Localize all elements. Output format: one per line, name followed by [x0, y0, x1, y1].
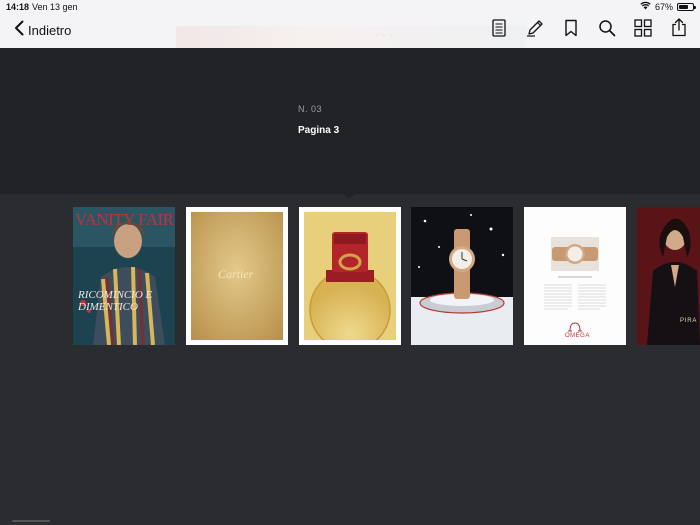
- battery-percent: 67%: [654, 1, 673, 12]
- chevron-left-icon: [14, 20, 24, 41]
- cover-headline: RICOMINCIO E DIMENTICO: [78, 289, 153, 313]
- battery-icon: [677, 2, 696, 11]
- status-date: Ven 13 gen: [32, 2, 78, 12]
- thumbnail-page-3[interactable]: [299, 207, 401, 345]
- page-info-panel: N. 03 Pagina 3: [0, 48, 700, 194]
- thumbnail-page-6[interactable]: PIRA: [637, 207, 700, 345]
- back-label: Indietro: [28, 23, 72, 38]
- omega-logo: OMEGA: [565, 333, 590, 339]
- page-label: Pagina 3: [298, 125, 340, 136]
- status-right: 67%: [640, 1, 696, 12]
- share-button[interactable]: [668, 18, 690, 42]
- search-icon: [598, 19, 616, 42]
- contents-icon: [491, 18, 507, 42]
- thumbnail-page-4[interactable]: [411, 207, 513, 345]
- cover-masthead: VANITY FAIR: [75, 210, 174, 229]
- wifi-icon: [640, 1, 651, 12]
- cartier-logo: Cartier: [218, 267, 254, 281]
- bookmark-icon: [564, 19, 578, 42]
- pencil-icon: [526, 19, 544, 42]
- thumbnail-page-2[interactable]: Cartier: [186, 207, 288, 345]
- thumbnail-page-1[interactable]: VANITY FAIR RICOMINCIO E DIMENTICO: [73, 207, 175, 345]
- issue-number: N. 03: [298, 104, 323, 114]
- annotate-button[interactable]: [524, 19, 546, 41]
- page-peek: · · ·: [176, 26, 526, 48]
- toolbar: [488, 18, 690, 42]
- panel-pointer: [343, 194, 355, 199]
- share-icon: [671, 18, 687, 42]
- bookmark-button[interactable]: [560, 19, 582, 41]
- thumbnail-page-5[interactable]: OMEGA: [524, 207, 626, 345]
- status-bar: 14:18 Ven 13 gen 67%: [0, 0, 700, 14]
- thumbnails-button[interactable]: [632, 18, 654, 42]
- thumbnail-strip[interactable]: VANITY FAIR RICOMINCIO E DIMENTICO Carti…: [0, 207, 700, 345]
- thumbnails-icon: [634, 18, 652, 42]
- pira-logo: PIRA: [680, 318, 698, 324]
- nav-bar: · · · Indietro: [0, 14, 700, 48]
- status-time: 14:18: [6, 2, 30, 12]
- search-button[interactable]: [596, 19, 618, 41]
- back-button[interactable]: Indietro: [14, 20, 71, 41]
- home-indicator: [12, 520, 50, 522]
- contents-button[interactable]: [488, 18, 510, 42]
